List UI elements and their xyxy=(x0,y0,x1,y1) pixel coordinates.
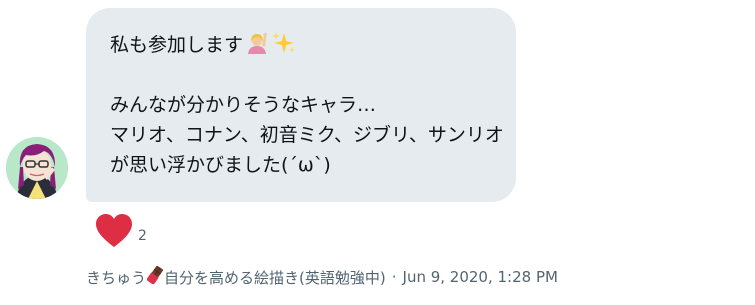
message-text-1: 私も参加します xyxy=(110,34,244,56)
heart-icon xyxy=(94,213,134,253)
message-line-1: 私も参加します xyxy=(110,30,492,60)
chocolate-bar-icon xyxy=(146,265,164,288)
sender-name-suffix[interactable]: 自分を高める絵描き(英語勉強中) xyxy=(164,267,386,288)
message-bubble[interactable]: 私も参加します みんなが分かりそうなキャラ… マリオ、コナン、初音ミク、ジブリ、… xyxy=(86,8,516,202)
meta-separator: · xyxy=(391,268,397,286)
sparkles-emoji xyxy=(271,31,297,64)
message-line-3: みんなが分かりそうなキャラ… xyxy=(110,94,377,116)
reaction-count: 2 xyxy=(138,228,147,244)
dm-conversation: 私も参加します みんなが分かりそうなキャラ… マリオ、コナン、初音ミク、ジブリ、… xyxy=(0,0,755,305)
message-meta: きちゅう 自分を高める絵描き(英語勉強中) · Jun 9, 2020, 1:2… xyxy=(86,265,558,288)
message-timestamp[interactable]: Jun 9, 2020, 1:28 PM xyxy=(403,268,558,286)
message-line-5: が思い浮かびました(´ω`) xyxy=(110,154,331,176)
avatar[interactable] xyxy=(6,137,68,199)
raising-hand-emoji xyxy=(245,31,269,64)
message-line-2 xyxy=(110,60,492,90)
sender-name-prefix[interactable]: きちゅう xyxy=(86,267,146,288)
avatar-illustration xyxy=(6,137,68,199)
message-line-4: マリオ、コナン、初音ミク、ジブリ、サンリオ xyxy=(110,124,504,146)
reaction-badge[interactable]: 2 xyxy=(94,213,147,253)
